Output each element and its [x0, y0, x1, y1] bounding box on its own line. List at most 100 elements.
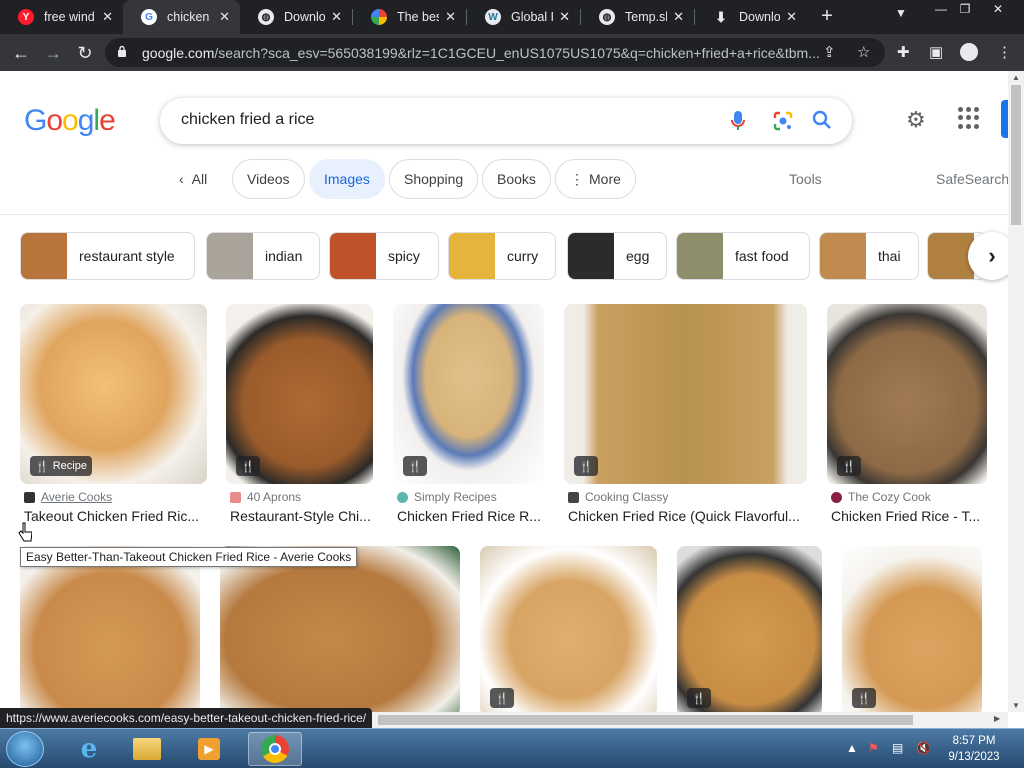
refinement-chip[interactable]: spicy — [329, 232, 439, 280]
image-result[interactable]: 🍴 — [480, 546, 657, 716]
windows-start-button[interactable] — [6, 731, 44, 767]
image-result[interactable]: 🍴 Recipe Averie Cooks Takeout Chicken Fri… — [20, 304, 207, 534]
result-thumbnail[interactable]: 🍴 — [393, 304, 544, 484]
tab-google-search[interactable]: G chicken fr ✕ — [123, 0, 240, 34]
forward-arrow-icon[interactable]: → — [40, 40, 66, 66]
horizontal-scroll-thumb[interactable] — [378, 715, 913, 725]
tab-more[interactable]: ⋮ More — [555, 159, 636, 199]
google-logo[interactable]: Google — [24, 104, 116, 138]
refinement-chip[interactable]: curry — [448, 232, 556, 280]
tab-books[interactable]: Books — [482, 159, 551, 199]
action-center-flag-icon[interactable]: ⚑ — [868, 741, 879, 755]
tab-the-best[interactable]: The best ✕ — [353, 0, 466, 34]
vertical-scrollbar[interactable]: ▲ ▼ — [1008, 71, 1024, 712]
result-thumbnail[interactable] — [20, 546, 200, 716]
result-source[interactable]: 40 Aprons — [230, 490, 301, 504]
refinement-chip[interactable]: restaurant style — [20, 232, 195, 280]
result-thumbnail[interactable]: 🍴 — [480, 546, 657, 716]
tools-button[interactable]: Tools — [789, 171, 822, 187]
vertical-scroll-thumb[interactable] — [1011, 85, 1021, 225]
refinement-chip[interactable]: thai — [819, 232, 919, 280]
new-tab-plus-icon[interactable]: + — [815, 4, 839, 28]
search-input[interactable]: chicken fried a rice — [181, 111, 314, 129]
result-source[interactable]: The Cozy Cook — [831, 490, 931, 504]
close-tab-icon[interactable]: ✕ — [102, 9, 113, 25]
image-result[interactable]: 🍴 The Cozy Cook Chicken Fried Rice - T..… — [827, 304, 987, 534]
scroll-up-icon[interactable]: ▲ — [1012, 73, 1020, 82]
voice-search-mic-icon[interactable] — [730, 110, 746, 132]
url-text[interactable]: google.com/search?sca_esv=565038199&rlz=… — [142, 45, 822, 61]
close-tab-icon[interactable]: ✕ — [673, 9, 684, 25]
tab-images[interactable]: Images — [309, 159, 385, 199]
address-bar[interactable]: google.com/search?sca_esv=565038199&rlz=… — [105, 38, 885, 67]
restore-icon[interactable]: ❐ — [950, 0, 980, 20]
refinement-chip[interactable]: fast food — [676, 232, 810, 280]
internet-explorer-taskbar-icon[interactable]: e — [62, 732, 116, 766]
result-thumbnail[interactable] — [220, 546, 460, 716]
scroll-right-icon[interactable]: ▶ — [994, 714, 1000, 723]
image-result[interactable] — [220, 546, 460, 716]
tab-global-pc[interactable]: W Global PC ✕ — [467, 0, 580, 34]
tab-download-2[interactable]: ⬇ Downloa ✕ — [695, 0, 807, 34]
sign-in-button[interactable] — [1001, 100, 1008, 138]
result-thumbnail[interactable]: 🍴 — [677, 546, 822, 716]
search-box[interactable]: chicken fried a rice — [160, 98, 852, 144]
media-player-taskbar-icon[interactable]: ▶ — [182, 732, 236, 766]
image-result[interactable]: 🍴 — [842, 546, 982, 716]
chrome-taskbar-icon[interactable] — [248, 732, 302, 766]
tab-all[interactable]: ‹ All — [165, 159, 222, 199]
image-result[interactable]: 🍴 40 Aprons Restaurant-Style Chi... — [226, 304, 373, 534]
close-tab-icon[interactable]: ✕ — [331, 9, 342, 25]
result-title[interactable]: Chicken Fried Rice - T... — [831, 508, 989, 524]
result-source[interactable]: Cooking Classy — [568, 490, 668, 504]
google-apps-grid-icon[interactable] — [958, 107, 980, 129]
result-thumbnail[interactable]: 🍴 — [842, 546, 982, 716]
tab-search-chevron-icon[interactable]: ▼ — [895, 6, 907, 20]
volume-muted-icon[interactable]: 🔇 — [916, 741, 931, 755]
browser-menu-kebab-icon[interactable]: ⋮ — [997, 43, 1012, 61]
network-icon[interactable]: ▤ — [892, 741, 903, 755]
result-title[interactable]: Restaurant-Style Chi... — [230, 508, 375, 524]
tab-yandex[interactable]: Y free wind ✕ — [0, 0, 123, 34]
safesearch-button[interactable]: SafeSearch — [936, 171, 1008, 187]
settings-gear-icon[interactable]: ⚙ — [906, 107, 926, 133]
image-result[interactable]: 🍴 Cooking Classy Chicken Fried Rice (Qui… — [564, 304, 807, 534]
profile-avatar-icon[interactable] — [960, 43, 978, 61]
tab-videos[interactable]: Videos — [232, 159, 305, 199]
tab-download-1[interactable]: ◍ Downloa ✕ — [240, 0, 352, 34]
result-thumbnail[interactable]: 🍴 — [564, 304, 807, 484]
close-tab-icon[interactable]: ✕ — [219, 9, 230, 25]
result-thumbnail[interactable]: 🍴 — [827, 304, 987, 484]
refinement-chip[interactable]: egg — [567, 232, 667, 280]
extensions-puzzle-icon[interactable]: ✚ — [897, 43, 910, 61]
tab-shopping[interactable]: Shopping — [389, 159, 479, 199]
result-title[interactable]: Chicken Fried Rice (Quick Flavorful... — [568, 508, 809, 524]
show-hidden-icons-icon[interactable]: ▲ — [846, 741, 858, 755]
close-window-icon[interactable]: ✕ — [983, 0, 1013, 20]
google-lens-icon[interactable] — [772, 110, 794, 132]
image-result[interactable]: 🍴 — [677, 546, 822, 716]
image-result[interactable]: 🍴 Simply Recipes Chicken Fried Rice R... — [393, 304, 544, 534]
result-source[interactable]: Simply Recipes — [397, 490, 497, 504]
file-explorer-taskbar-icon[interactable] — [120, 732, 174, 766]
tab-temp-sh[interactable]: ◍ Temp.sh | ✕ — [581, 0, 694, 34]
search-icon[interactable] — [812, 110, 832, 130]
result-thumbnail[interactable]: 🍴 — [226, 304, 373, 484]
result-title[interactable]: Takeout Chicken Fried Ric... — [24, 508, 207, 524]
result-thumbnail[interactable]: 🍴 Recipe — [20, 304, 207, 484]
scroll-down-icon[interactable]: ▼ — [1012, 701, 1020, 710]
image-result[interactable] — [20, 546, 200, 716]
chevron-right-icon[interactable]: › — [968, 232, 1008, 280]
result-source[interactable]: Averie Cooks — [24, 490, 112, 504]
refinement-chip[interactable]: indian — [206, 232, 320, 280]
close-tab-icon[interactable]: ✕ — [559, 9, 570, 25]
close-tab-icon[interactable]: ✕ — [445, 9, 456, 25]
side-panel-icon[interactable]: ▣ — [929, 43, 943, 61]
taskbar-clock[interactable]: 8:57 PM 9/13/2023 — [942, 733, 1006, 765]
result-title[interactable]: Chicken Fried Rice R... — [397, 508, 546, 524]
back-arrow-icon[interactable]: ← — [8, 40, 34, 66]
close-tab-icon[interactable]: ✕ — [786, 9, 797, 25]
reload-icon[interactable]: ↻ — [72, 40, 98, 66]
share-icon[interactable]: ⇪ — [823, 43, 836, 61]
bookmark-star-icon[interactable]: ☆ — [857, 43, 870, 61]
